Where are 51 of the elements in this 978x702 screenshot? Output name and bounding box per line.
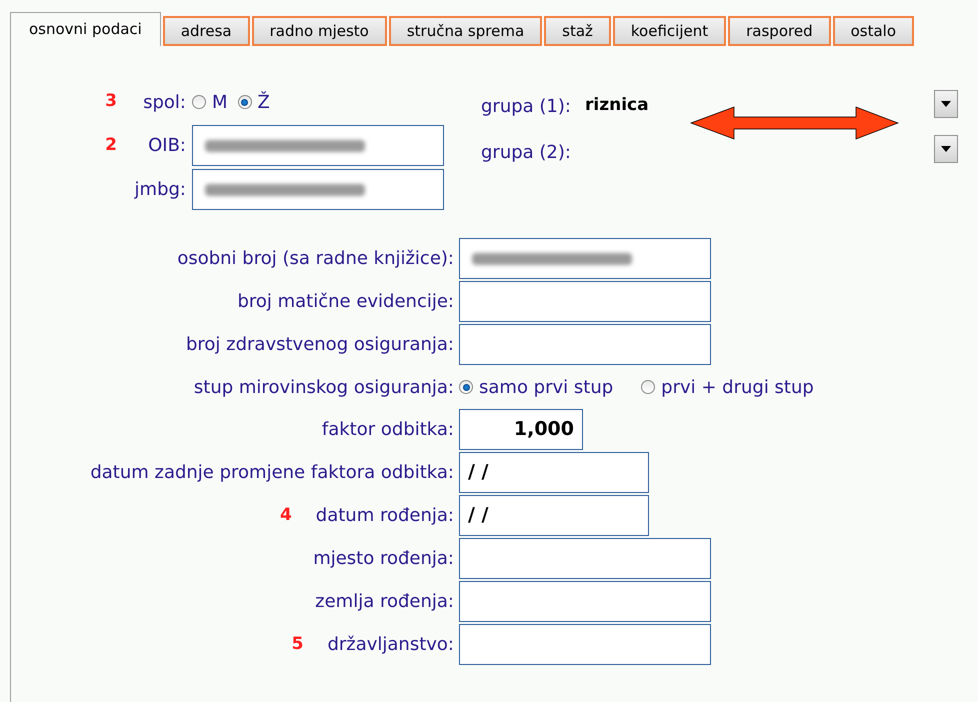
radio-label: Ž [258,90,270,114]
field-label: spol: [142,90,186,114]
field-label: mjesto rođenja: [313,547,454,571]
input-field[interactable]: / / [459,452,649,493]
field-label: osobni broj (sa radne knjižice): [177,247,454,271]
annotation-number: 5 [292,632,304,656]
input-field[interactable] [459,624,711,665]
tab[interactable]: koeficijent [612,16,726,46]
field-label: OIB: [147,134,186,158]
radio-label: prvi + drugi stup [661,376,814,400]
input-field[interactable] [459,538,711,579]
tab[interactable]: stručna sprema [388,16,542,46]
radio-label: samo prvi stup [479,376,614,400]
group-label: grupa (2): [481,140,571,164]
tab[interactable]: radno mjesto [252,16,387,46]
tab[interactable]: adresa [162,16,250,46]
caret-icon [941,101,951,107]
tab[interactable]: ostalo [832,16,914,46]
field-label: broj matične evidencije: [237,290,454,314]
field-label: datum rođenja: [316,504,454,528]
dropdown-button[interactable] [934,90,958,118]
field-label: broj zdravstvenog osiguranja: [186,333,454,357]
field-label: faktor odbitka: [322,418,454,442]
input-field[interactable]: / / [459,495,649,536]
tab[interactable]: staž [544,16,611,46]
field-label: jmbg: [133,178,186,202]
field-label: državljanstvo: [327,633,454,657]
radio-button[interactable] [641,380,656,394]
annotation-number: 2 [105,134,117,155]
field-label: stup mirovinskog osiguranja: [194,376,454,400]
group-value: riznica [584,94,649,118]
caret-icon [941,146,951,152]
radio-button[interactable] [192,95,206,109]
dropdown-button[interactable] [934,135,958,163]
input-field[interactable] [192,169,444,210]
input-field[interactable] [459,281,711,322]
annotation-number: 4 [280,504,292,527]
input-field[interactable] [459,238,711,279]
radio-label: M [212,90,228,114]
group-label: grupa (1): [481,94,571,118]
input-field[interactable] [192,125,444,166]
input-field[interactable] [459,324,711,365]
input-field[interactable] [459,581,711,622]
field-label: zemlja rođenja: [315,590,454,614]
tab[interactable]: osnovni podaci [10,12,161,46]
annotation-number: 3 [104,90,118,114]
field-label: datum zadnje promjene faktora odbitka: [90,461,454,485]
radio-button[interactable] [238,95,252,109]
tab[interactable]: raspored [728,16,831,46]
radio-button[interactable] [459,380,473,394]
input-field[interactable]: 1,000 [459,409,583,450]
